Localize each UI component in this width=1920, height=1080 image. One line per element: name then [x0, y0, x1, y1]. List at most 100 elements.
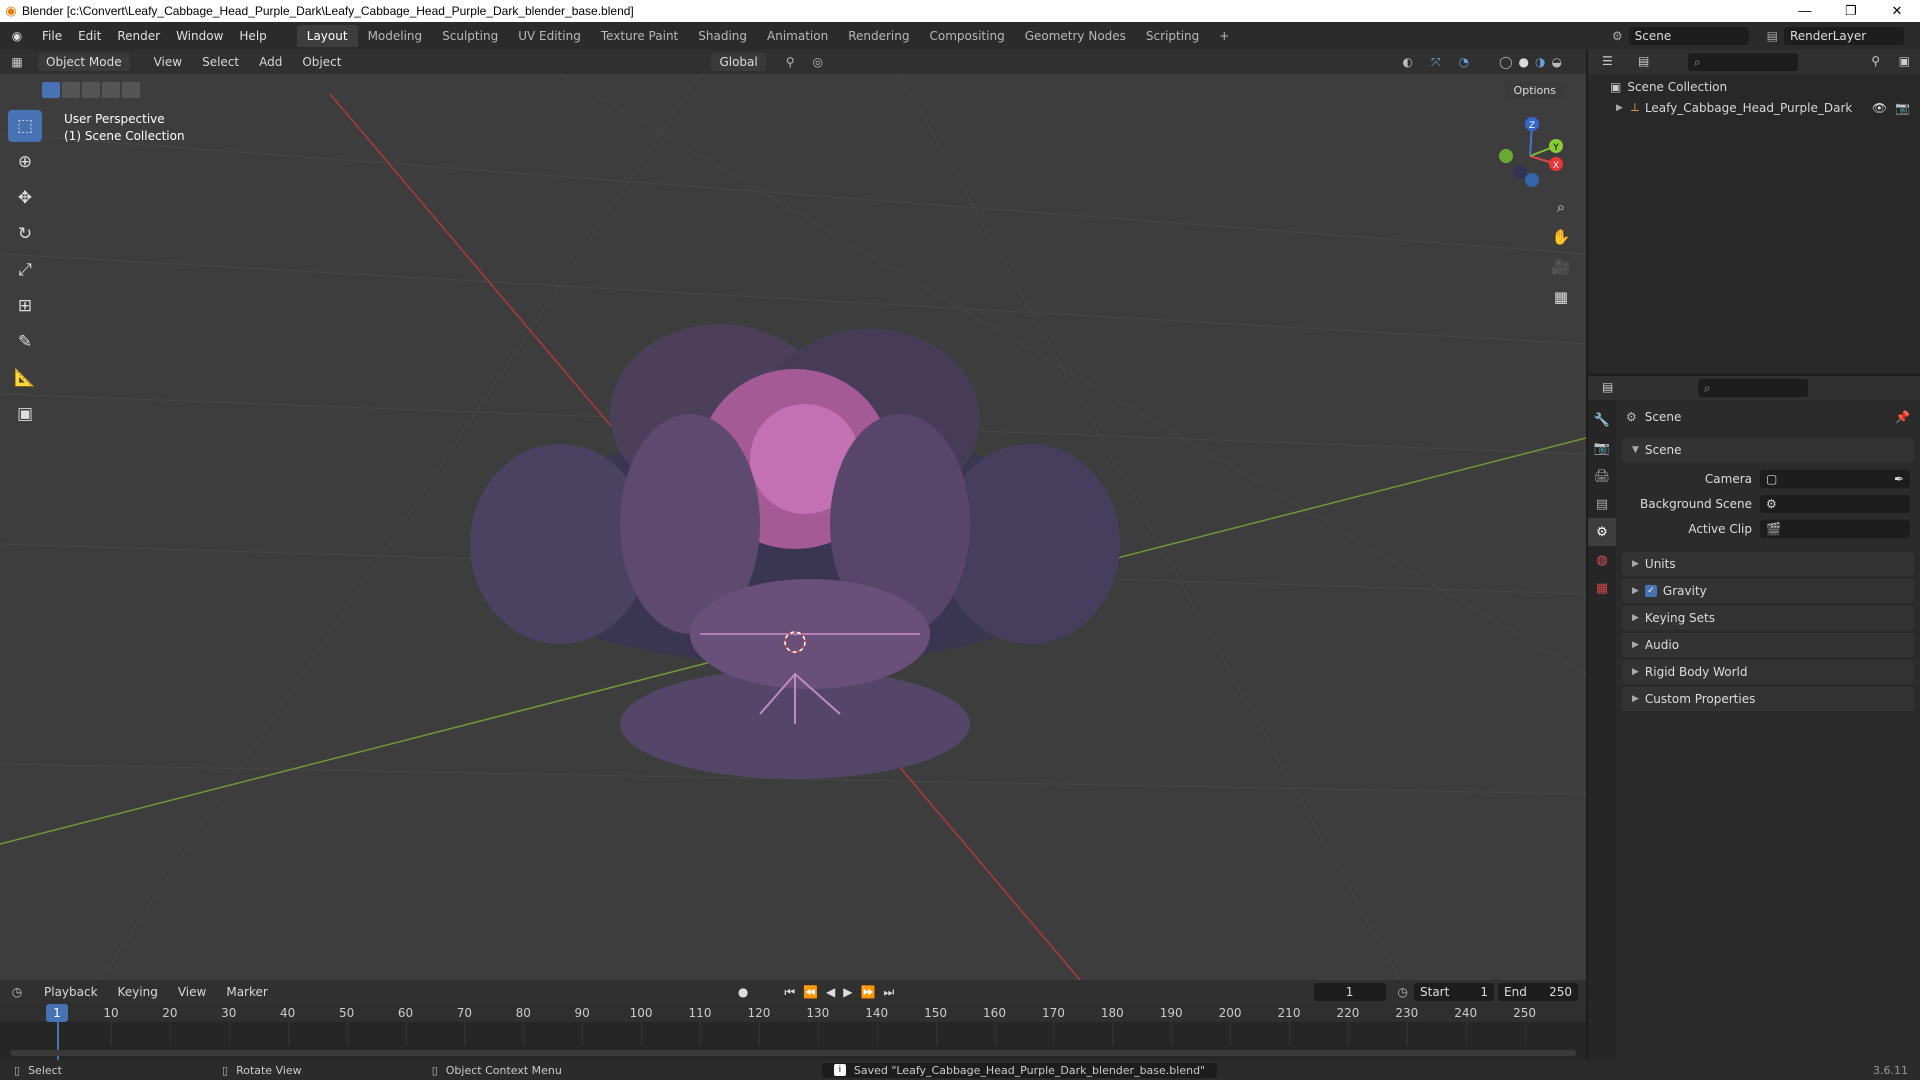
outliner-editor-icon[interactable]: ☰ [1602, 54, 1613, 68]
add-cube-tool-icon[interactable]: ▣ [8, 398, 42, 430]
tab-rendering[interactable]: Rendering [838, 25, 919, 47]
eyedropper-icon[interactable]: ✒ [1894, 472, 1904, 486]
rigid-body-panel-header[interactable]: ▶ Rigid Body World [1622, 660, 1914, 684]
gravity-checkbox[interactable]: ✓ [1644, 585, 1657, 597]
gizmo-toggle-icon[interactable]: ⤧ [1431, 55, 1441, 70]
audio-panel-header[interactable]: ▶ Audio [1622, 633, 1914, 657]
viewport-menu-view[interactable]: View [144, 55, 192, 69]
object-mode-dropdown[interactable]: Object Mode [38, 53, 130, 71]
snap-icon[interactable]: ⚲ [786, 55, 795, 69]
new-collection-icon[interactable]: ▣ [1899, 54, 1910, 68]
blender-menu-icon[interactable]: ◉ [0, 29, 34, 43]
measure-tool-icon[interactable]: 📐 [8, 362, 42, 394]
select-box-icon[interactable]: ⬚ [8, 110, 42, 142]
close-button[interactable]: ✕ [1874, 3, 1920, 19]
tab-modeling[interactable]: Modeling [358, 25, 433, 47]
filter-icon[interactable]: ⚲ [1871, 54, 1880, 68]
keying-sets-panel-header[interactable]: ▶ Keying Sets [1622, 606, 1914, 630]
output-tab-icon[interactable]: 🖨 [1588, 462, 1616, 490]
timeline-menu-view[interactable]: View [168, 985, 216, 999]
world-tab-icon[interactable]: ◍ [1588, 546, 1616, 574]
menu-file[interactable]: File [34, 29, 70, 43]
options-dropdown[interactable]: Options [1505, 82, 1564, 99]
active-clip-field[interactable]: 🎬 [1760, 520, 1910, 538]
material-shading-icon[interactable]: ◑ [1535, 55, 1545, 69]
tab-compositing[interactable]: Compositing [919, 25, 1014, 47]
view-layer-tab-icon[interactable]: ▤ [1588, 490, 1616, 518]
select-intersect-icon[interactable] [122, 82, 140, 98]
scene-tab-icon[interactable]: ⚙ [1588, 518, 1616, 546]
select-subtract-icon[interactable] [82, 82, 100, 98]
viewport-menu-select[interactable]: Select [192, 55, 249, 69]
cursor-tool-icon[interactable]: ⊕ [8, 146, 42, 178]
select-invert-icon[interactable] [102, 82, 120, 98]
tab-scripting[interactable]: Scripting [1136, 25, 1209, 47]
outliner-search-icon[interactable]: ⌕ [1688, 53, 1798, 71]
menu-help[interactable]: Help [231, 29, 274, 43]
background-scene-field[interactable]: ⚙ [1760, 495, 1910, 513]
menu-window[interactable]: Window [168, 29, 231, 43]
wireframe-shading-icon[interactable]: ◯ [1499, 55, 1512, 69]
visibility-eye-icon[interactable]: 👁 [1872, 101, 1887, 115]
move-tool-icon[interactable]: ✥ [8, 182, 42, 214]
tab-sculpting[interactable]: Sculpting [432, 25, 508, 47]
pin-icon[interactable]: 📌 [1895, 410, 1910, 424]
tab-texture-paint[interactable]: Texture Paint [591, 25, 688, 47]
timeline-menu-marker[interactable]: Marker [216, 985, 277, 999]
tab-uv-editing[interactable]: UV Editing [508, 25, 591, 47]
timeline-editor-icon[interactable]: ◷ [0, 985, 34, 999]
menu-edit[interactable]: Edit [70, 29, 109, 43]
render-tab-icon[interactable]: 📷 [1588, 434, 1616, 462]
pan-view-icon[interactable]: ✋ [1548, 224, 1574, 250]
tab-geometry-nodes[interactable]: Geometry Nodes [1015, 25, 1136, 47]
gravity-panel-header[interactable]: ▶ ✓ Gravity [1622, 579, 1914, 603]
camera-field[interactable]: ▢ ✒ [1760, 470, 1910, 488]
viewport-menu-add[interactable]: Add [249, 55, 292, 69]
cabbage-model[interactable] [470, 324, 1120, 779]
rendered-shading-icon[interactable]: ◒ [1552, 55, 1562, 69]
auto-key-icon[interactable]: ● [738, 985, 748, 999]
add-workspace-button[interactable]: + [1209, 25, 1239, 47]
tab-shading[interactable]: Shading [688, 25, 757, 47]
solid-shading-icon[interactable]: ● [1519, 55, 1529, 69]
render-camera-icon[interactable]: 📷 [1895, 101, 1910, 115]
minimize-button[interactable]: — [1782, 3, 1828, 19]
tab-layout[interactable]: Layout [296, 25, 358, 47]
zoom-view-icon[interactable]: ⌕ [1548, 194, 1574, 220]
scene-panel-header[interactable]: ▼ Scene [1622, 438, 1914, 462]
visibility-icon[interactable]: ◐ [1403, 55, 1413, 69]
camera-view-icon[interactable]: 🎥 [1548, 254, 1574, 280]
scale-tool-icon[interactable]: ⤢ [8, 254, 42, 286]
select-new-icon[interactable] [42, 82, 60, 98]
ortho-toggle-icon[interactable]: ▦ [1548, 284, 1574, 310]
texture-tab-icon[interactable]: ▦ [1588, 574, 1616, 602]
transform-tool-icon[interactable]: ⊞ [8, 290, 42, 322]
navigation-gizmo[interactable]: X Y Z [1490, 112, 1570, 192]
proportional-edit-icon[interactable]: ◎ [813, 55, 823, 69]
rotate-tool-icon[interactable]: ↻ [8, 218, 42, 250]
select-extend-icon[interactable] [62, 82, 80, 98]
timeline-menu-playback[interactable]: Playback [34, 985, 108, 999]
custom-properties-panel-header[interactable]: ▶ Custom Properties [1622, 687, 1914, 711]
maximize-button[interactable]: ❐ [1828, 3, 1874, 19]
current-frame-field[interactable]: 1 [1313, 983, 1386, 1001]
start-frame-field[interactable]: Start 1 [1414, 983, 1494, 1001]
outliner-root[interactable]: ▣ Scene Collection [1610, 80, 1727, 94]
properties-search-icon[interactable]: ⌕ [1698, 379, 1808, 397]
tool-tab-icon[interactable]: 🔧 [1588, 406, 1616, 434]
editor-type-icon[interactable]: ▦ [0, 55, 34, 69]
preview-range-icon[interactable]: ◷ [1398, 985, 1408, 999]
units-panel-header[interactable]: ▶ Units [1622, 552, 1914, 576]
scene-selector[interactable]: Scene [1628, 27, 1749, 45]
display-mode-icon[interactable]: ▤ [1638, 54, 1649, 68]
tab-animation[interactable]: Animation [757, 25, 838, 47]
annotate-tool-icon[interactable]: ✎ [8, 326, 42, 358]
expand-arrow-icon[interactable]: ▶ [1616, 103, 1623, 113]
timeline-area[interactable]: 10 20 30 40 50 60 70 80 90 100 110 120 130 140 150 160 1… [0, 1004, 1586, 1060]
menu-render[interactable]: Render [109, 29, 168, 43]
render-layer-selector[interactable]: RenderLayer [1784, 27, 1904, 45]
playback-controls[interactable]: ⏮⏪◀▶⏩⏭ [784, 985, 902, 1000]
3d-viewport[interactable]: ⬚ ⊕ ✥ ↻ ⤢ ⊞ ✎ 📐 ▣ User Perspective (1) S… [0, 74, 1586, 980]
overlay-toggle-icon[interactable]: ◔ [1459, 55, 1469, 69]
end-frame-field[interactable]: End 250 [1498, 983, 1578, 1001]
